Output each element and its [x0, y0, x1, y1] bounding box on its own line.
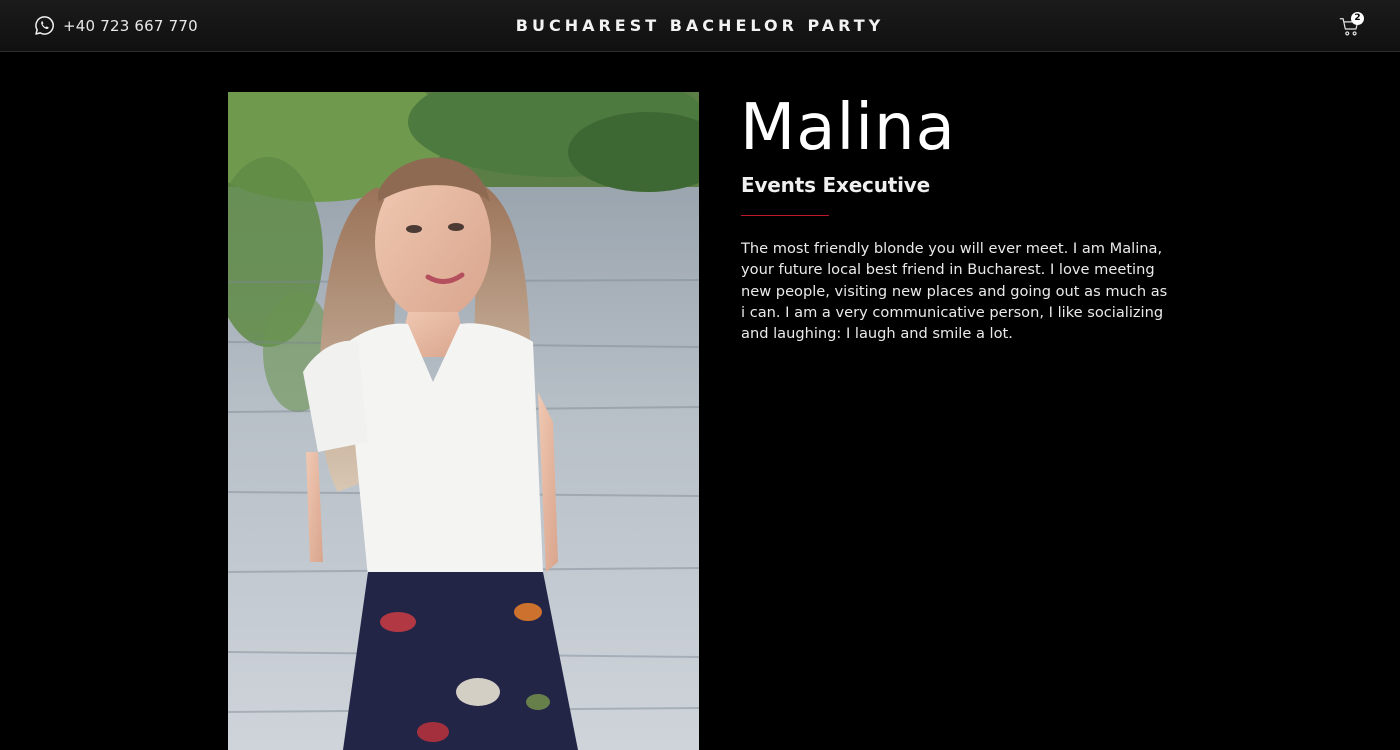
top-bar: +40 723 667 770 BUCHAREST BACHELOR PARTY… — [0, 0, 1400, 52]
profile-bio: The most friendly blonde you will ever m… — [741, 240, 1168, 343]
cart-button[interactable]: 2 — [1339, 12, 1367, 39]
accent-divider — [741, 215, 829, 216]
profile-name: Malina — [740, 91, 956, 165]
cart-count-badge: 2 — [1351, 12, 1364, 25]
profile-role: Events Executive — [741, 173, 930, 197]
brand-title[interactable]: BUCHAREST BACHELOR PARTY — [0, 16, 1400, 35]
portrait-photo — [228, 92, 699, 750]
